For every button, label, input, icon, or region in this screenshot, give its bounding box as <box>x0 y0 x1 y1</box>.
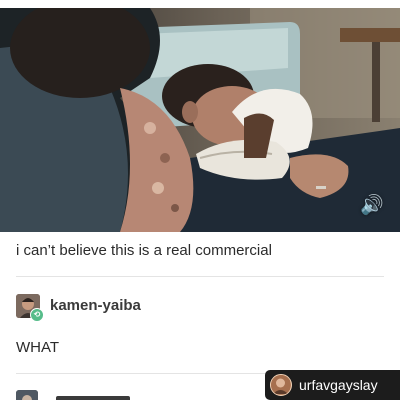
video-frame <box>0 8 400 232</box>
avatar <box>270 374 292 396</box>
reblog-header: ⟲ kamen-yaiba <box>16 294 316 322</box>
post-caption: i can’t believe this is a real commercia… <box>16 242 272 259</box>
watermark: urfavgayslay <box>265 370 400 400</box>
reblog-text: WHAT <box>16 339 60 356</box>
username[interactable] <box>56 394 146 400</box>
video-player[interactable]: 🔊 <box>0 8 400 232</box>
avatar[interactable] <box>16 390 38 400</box>
reblog-icon: ⟲ <box>30 308 44 322</box>
volume-icon[interactable]: 🔊 <box>358 194 386 216</box>
username[interactable]: kamen-yaiba <box>50 297 141 315</box>
divider <box>16 276 384 277</box>
watermark-handle: urfavgayslay <box>299 377 378 393</box>
